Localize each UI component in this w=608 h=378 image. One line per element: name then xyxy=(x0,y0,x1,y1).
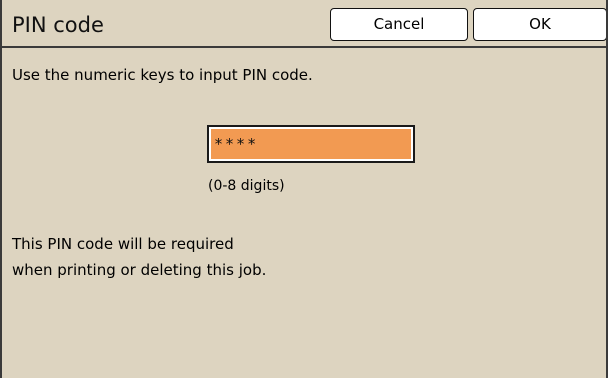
ok-button[interactable]: OK xyxy=(473,8,606,41)
cancel-button[interactable]: Cancel xyxy=(330,8,468,41)
page-title: PIN code xyxy=(12,13,104,37)
pin-digits-hint: (0-8 digits) xyxy=(208,178,285,194)
dialog-header: PIN code Cancel OK xyxy=(2,0,606,48)
pin-input[interactable]: **** xyxy=(207,125,415,163)
note-line-1: This PIN code will be required xyxy=(12,235,234,253)
pin-code-screen: PIN code Cancel OK Use the numeric keys … xyxy=(0,0,608,378)
instruction-text: Use the numeric keys to input PIN code. xyxy=(12,66,313,84)
note-line-2: when printing or deleting this job. xyxy=(12,261,267,279)
pin-note: This PIN code will be required when prin… xyxy=(12,231,266,283)
